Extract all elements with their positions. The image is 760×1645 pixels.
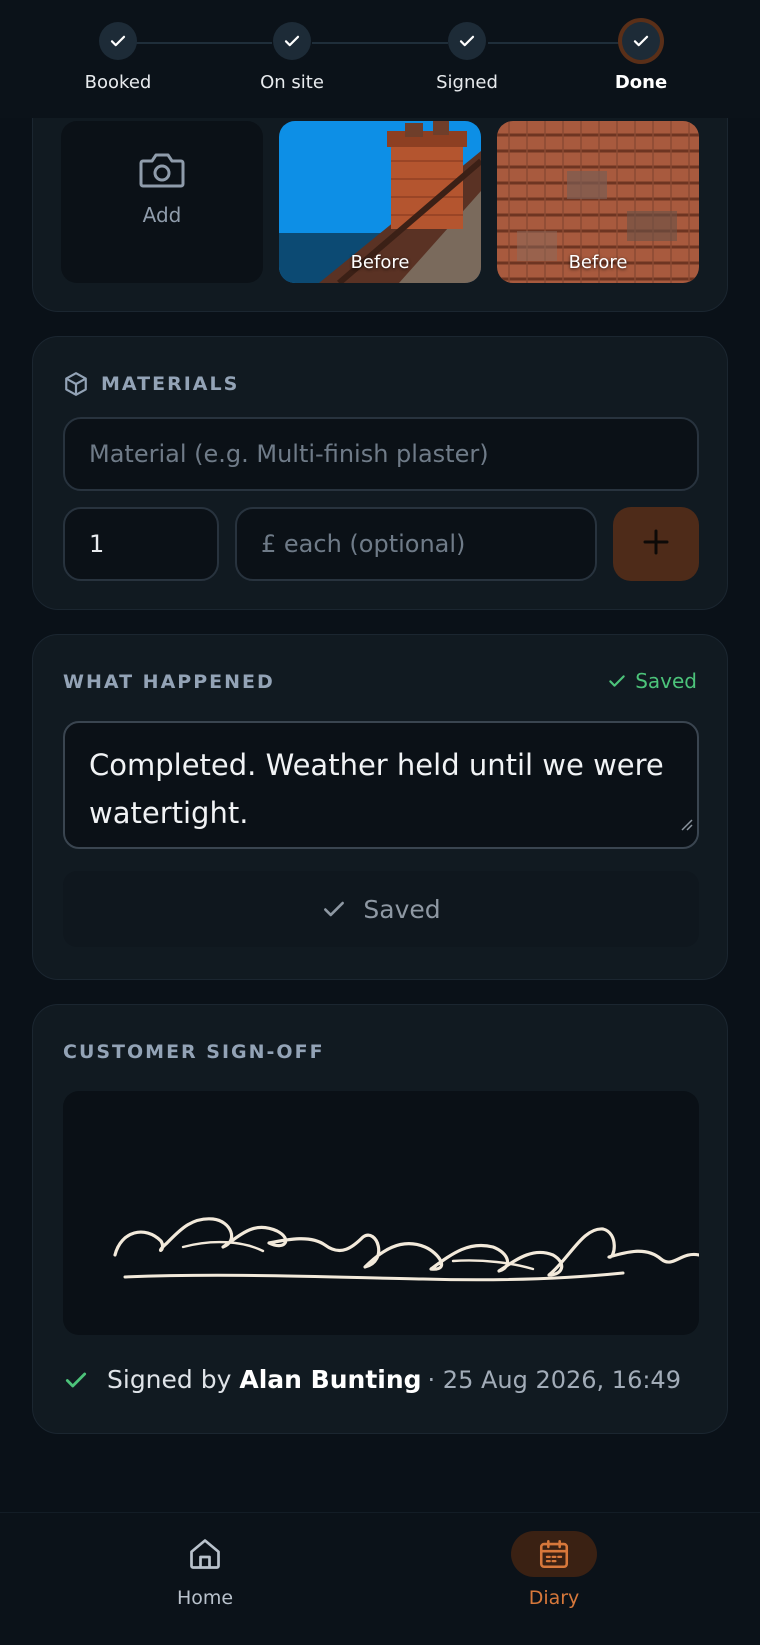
save-button-label: Saved	[363, 894, 441, 924]
signature-pad[interactable]	[63, 1091, 699, 1335]
plus-icon	[642, 528, 670, 560]
section-title: MATERIALS	[101, 373, 240, 395]
signed-status: Signed by Alan Bunting · 25 Aug 2026, 16…	[63, 1365, 681, 1394]
camera-icon	[139, 151, 185, 193]
box-icon	[63, 371, 89, 401]
material-input[interactable]: Material (e.g. Multi-finish plaster)	[63, 417, 699, 491]
material-placeholder: Material (e.g. Multi-finish plaster)	[89, 440, 489, 468]
step-label: Signed	[436, 72, 498, 93]
signoff-card: CUSTOMER SIGN-OFF Signed by Alan Bunting…	[32, 1004, 728, 1434]
home-icon	[162, 1531, 248, 1577]
progress-stepper: Booked On site Signed Done	[0, 0, 760, 118]
notes-text: Completed. Weather held until we were wa…	[89, 748, 664, 830]
notes-textarea[interactable]: Completed. Weather held until we were wa…	[63, 721, 699, 849]
signed-prefix: Signed by	[107, 1365, 232, 1394]
add-material-button[interactable]	[613, 507, 699, 581]
step-booked: Booked	[53, 22, 183, 93]
step-label: Done	[614, 72, 668, 93]
photo-thumbnail[interactable]: Before	[279, 121, 481, 283]
section-title: CUSTOMER SIGN-OFF	[63, 1041, 325, 1063]
signature-drawing	[113, 1217, 699, 1282]
price-input[interactable]: £ each (optional)	[235, 507, 597, 581]
photo-label: Before	[350, 252, 410, 273]
check-icon	[321, 896, 347, 922]
saved-badge-label: Saved	[635, 669, 697, 693]
step-done: Done	[576, 22, 706, 93]
price-placeholder: £ each (optional)	[261, 530, 466, 558]
step-signed: Signed	[402, 22, 532, 93]
add-photo-button[interactable]: Add	[61, 121, 263, 283]
check-icon	[273, 22, 311, 60]
resize-handle-icon[interactable]	[679, 797, 693, 845]
step-label: On site	[260, 72, 324, 93]
nav-label: Home	[176, 1587, 234, 1609]
check-icon	[448, 22, 486, 60]
quantity-value: 1	[89, 530, 105, 558]
quantity-input[interactable]: 1	[63, 507, 219, 581]
check-icon	[99, 22, 137, 60]
save-button[interactable]: Saved	[63, 871, 699, 947]
photo-label: Before	[568, 252, 628, 273]
nav-label: Diary	[528, 1587, 580, 1609]
signer-name: Alan Bunting	[239, 1365, 422, 1394]
photo-thumbnail[interactable]: Before	[497, 121, 699, 283]
calendar-icon	[511, 1531, 597, 1577]
check-icon	[607, 671, 627, 691]
add-photo-label: Add	[142, 203, 182, 227]
materials-card: MATERIALS Material (e.g. Multi-finish pl…	[32, 336, 728, 610]
what-happened-card: WHAT HAPPENED Saved Completed. Weather h…	[32, 634, 728, 980]
step-label: Booked	[84, 72, 152, 93]
saved-badge: Saved	[607, 669, 697, 693]
check-icon	[63, 1367, 89, 1393]
nav-item-home[interactable]: Home	[105, 1531, 305, 1609]
check-icon	[622, 22, 660, 60]
bottom-nav: Home Diary	[0, 1512, 760, 1645]
step-on-site: On site	[227, 22, 357, 93]
nav-item-diary[interactable]: Diary	[454, 1531, 654, 1609]
section-title: WHAT HAPPENED	[63, 671, 275, 693]
signed-timestamp: · 25 Aug 2026, 16:49	[427, 1365, 681, 1394]
